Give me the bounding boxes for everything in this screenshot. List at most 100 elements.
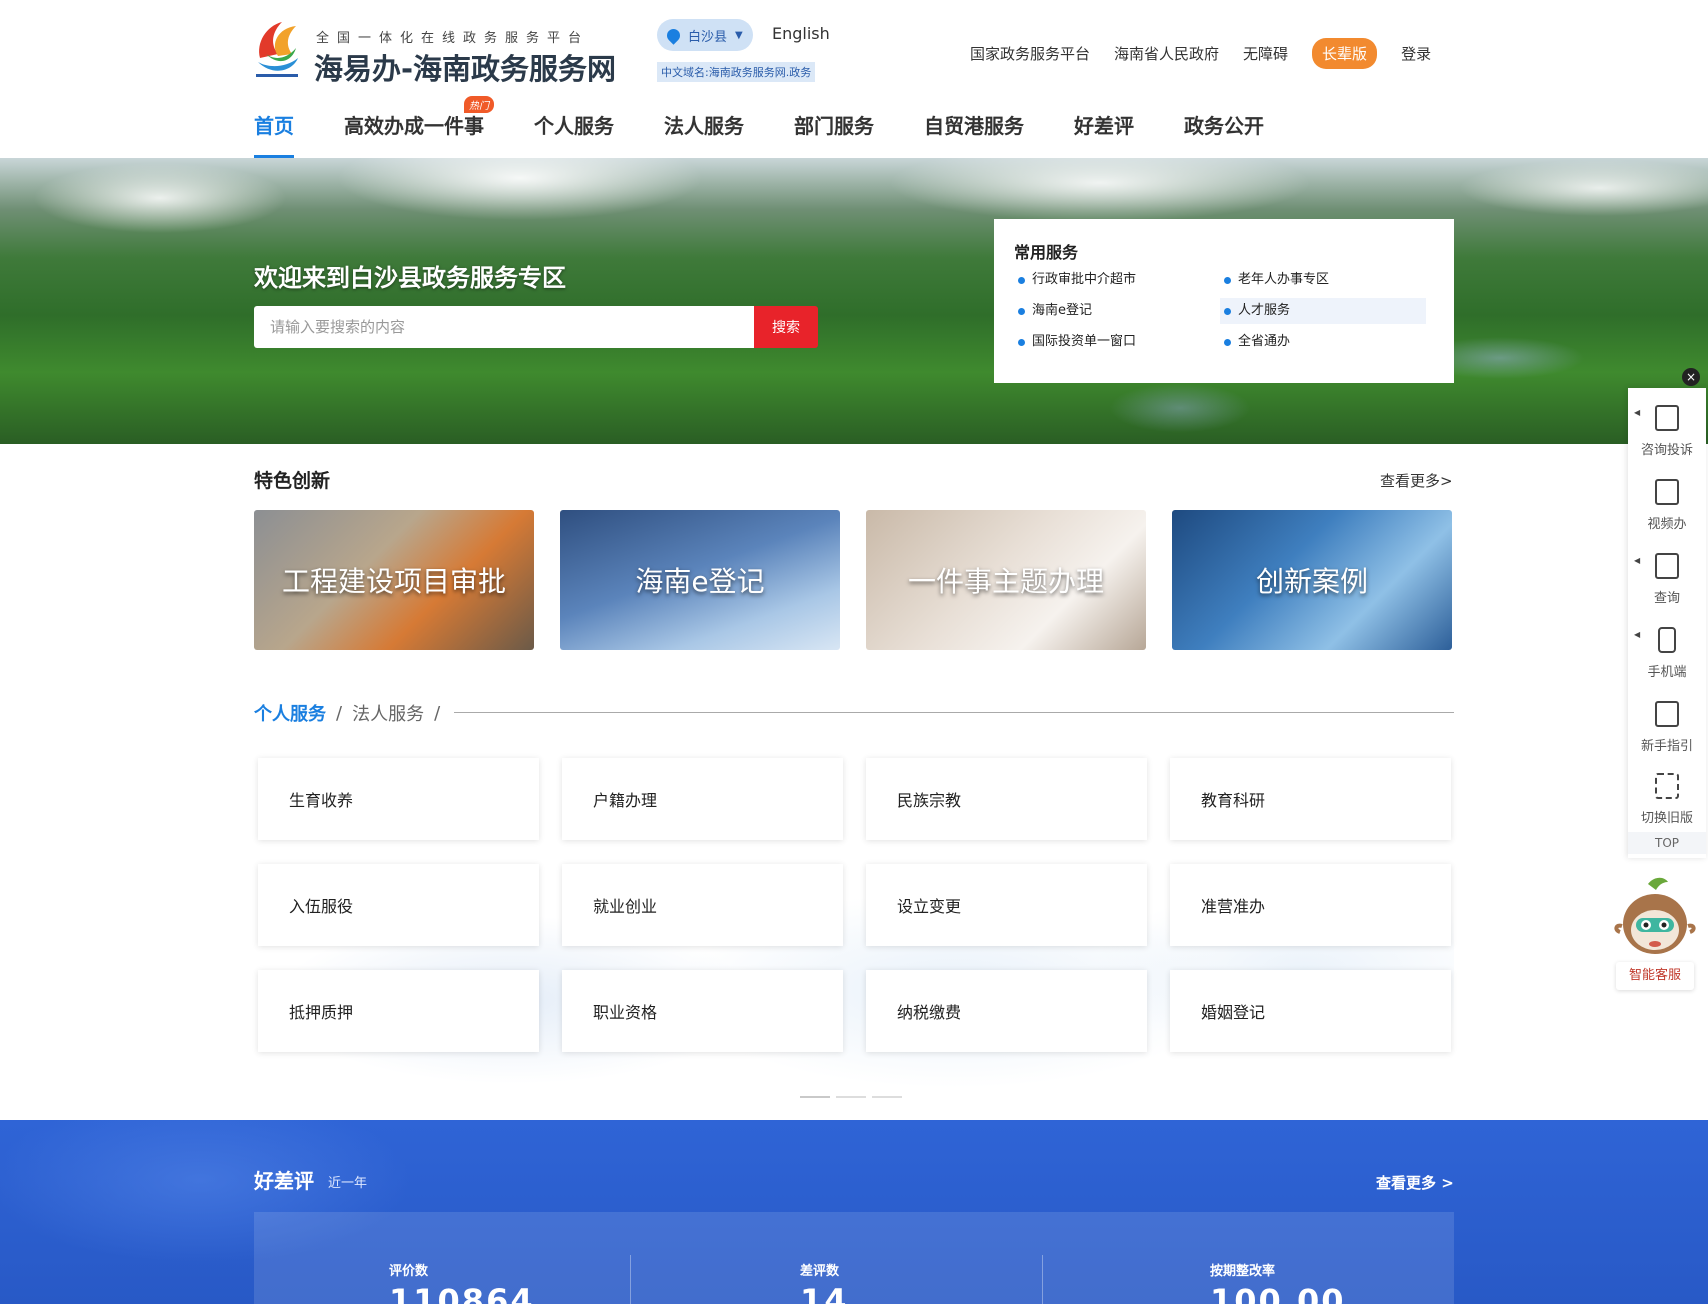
- assistant-mascot-icon[interactable]: [1610, 874, 1700, 974]
- nav-label: 自贸港服务: [924, 114, 1024, 138]
- site-logo[interactable]: [252, 18, 302, 82]
- features-more-link[interactable]: 查看更多>: [1380, 470, 1453, 491]
- service-item[interactable]: 入伍服役: [258, 864, 539, 946]
- close-icon[interactable]: ×: [1682, 368, 1700, 386]
- service-item[interactable]: 民族宗教: [866, 758, 1147, 840]
- region-selector[interactable]: 白沙县 ▼: [657, 19, 753, 51]
- service-item[interactable]: 户籍办理: [562, 758, 843, 840]
- link-national-platform[interactable]: 国家政务服务平台: [970, 43, 1090, 64]
- stat-divider: [630, 1255, 631, 1304]
- nav-item-evaluation[interactable]: 好差评: [1074, 110, 1134, 158]
- feature-card-e-registration[interactable]: 海南e登记: [560, 510, 840, 650]
- carousel-dot[interactable]: [800, 1096, 830, 1098]
- service-item[interactable]: 就业创业: [562, 864, 843, 946]
- service-item[interactable]: 生育收养: [258, 758, 539, 840]
- tab-separator: /: [434, 702, 441, 724]
- sidebar-item-mobile[interactable]: 手机端: [1628, 616, 1706, 690]
- guide-book-icon: [1655, 700, 1679, 727]
- sidebar-item-label: 视频办: [1647, 516, 1687, 532]
- feature-card-label: 海南e登记: [635, 565, 765, 598]
- nav-label: 法人服务: [664, 114, 744, 138]
- expand-arrow-icon: ◀: [1634, 556, 1641, 565]
- nav-label: 高效办成一件事: [344, 114, 484, 138]
- feature-card-label: 一件事主题办理: [907, 565, 1104, 598]
- stat-value: 14: [800, 1282, 849, 1304]
- feature-card-one-thing[interactable]: 一件事主题办理: [866, 510, 1146, 650]
- common-service-item[interactable]: 海南e登记: [1014, 298, 1092, 324]
- tab-personal-services[interactable]: 个人服务: [254, 700, 326, 726]
- features-title: 特色创新: [254, 470, 331, 492]
- service-item[interactable]: 纳税缴费: [866, 970, 1147, 1052]
- expand-arrow-icon: ◀: [1634, 408, 1641, 417]
- nav-item-department[interactable]: 部门服务: [794, 110, 874, 158]
- hot-badge: 热门: [464, 96, 494, 113]
- evaluation-subtitle: 近一年: [328, 1176, 368, 1191]
- search-input[interactable]: [254, 306, 754, 348]
- service-item[interactable]: 准营准办: [1170, 864, 1451, 946]
- search-button[interactable]: 搜索: [754, 306, 818, 348]
- region-label: 白沙县: [688, 29, 728, 45]
- carousel-dot[interactable]: [836, 1096, 866, 1098]
- nav-item-home[interactable]: 首页: [254, 110, 294, 158]
- service-item[interactable]: 婚姻登记: [1170, 970, 1451, 1052]
- link-accessibility[interactable]: 无障碍: [1243, 43, 1288, 64]
- tabs-divider: [454, 712, 1454, 713]
- evaluation-section: 好差评 近一年 查看更多 >: [0, 1120, 1708, 1304]
- login-link[interactable]: 登录: [1401, 43, 1431, 64]
- stat-label: 按期整改率: [1210, 1264, 1276, 1279]
- service-item[interactable]: 职业资格: [562, 970, 843, 1052]
- sidebar-item-video[interactable]: 视频办: [1628, 468, 1706, 542]
- language-switch[interactable]: English: [772, 24, 830, 43]
- common-service-item[interactable]: 国际投资单一窗口: [1014, 329, 1136, 355]
- sidebar-item-label: 切换旧版: [1640, 810, 1693, 826]
- stat-value: 100.00: [1210, 1282, 1346, 1304]
- carousel-dots: [800, 1096, 902, 1098]
- video-play-icon: [1655, 478, 1679, 505]
- feature-card-label: 工程建设项目审批: [281, 565, 506, 598]
- banner-title: 欢迎来到白沙县政务服务专区: [254, 264, 566, 292]
- evaluation-more-link[interactable]: 查看更多 >: [1376, 1172, 1454, 1193]
- nav-item-personal[interactable]: 个人服务: [534, 110, 614, 158]
- sidebar-item-consult[interactable]: 咨询投诉: [1628, 394, 1706, 468]
- nav-item-public-affairs[interactable]: 政务公开: [1184, 110, 1264, 158]
- sidebar-item-guide[interactable]: 新手指引: [1628, 690, 1706, 764]
- stat-label: 差评数: [800, 1264, 840, 1279]
- service-item[interactable]: 抵押质押: [258, 970, 539, 1052]
- nav-item-free-trade-port[interactable]: 自贸港服务: [924, 110, 1024, 158]
- service-tabs: 个人服务 / 法人服务 /: [254, 700, 450, 726]
- carousel-dot[interactable]: [872, 1096, 902, 1098]
- sidebar-item-label: 新手指引: [1640, 738, 1693, 754]
- smart-assistant-button[interactable]: 智能客服: [1616, 962, 1694, 990]
- link-hainan-government[interactable]: 海南省人民政府: [1114, 43, 1219, 64]
- sidebar-item-label: 咨询投诉: [1640, 442, 1693, 458]
- elder-version-button[interactable]: 长辈版: [1312, 38, 1378, 69]
- domain-note: 中文域名:海南政务服务网.政务: [657, 62, 816, 82]
- sidebar-item-label: 查询: [1653, 590, 1680, 606]
- common-service-item[interactable]: 全省通办: [1220, 329, 1290, 355]
- common-service-item[interactable]: 行政审批中介超市: [1014, 267, 1136, 293]
- nav-label: 首页: [254, 114, 294, 138]
- nav-label: 好差评: [1074, 114, 1134, 138]
- search-document-icon: [1655, 552, 1679, 579]
- back-to-top-button[interactable]: TOP: [1628, 832, 1706, 854]
- site-header: 全国一体化在线政务服务平台 海易办-海南政务服务网 白沙县 ▼ English …: [0, 0, 1708, 158]
- nav-item-legal-person[interactable]: 法人服务: [664, 110, 744, 158]
- evaluation-title: 好差评: [254, 1169, 314, 1193]
- feature-card-innovation-cases[interactable]: 创新案例: [1172, 510, 1452, 650]
- common-service-item[interactable]: 老年人办事专区: [1220, 267, 1329, 293]
- main-nav: 首页 高效办成一件事 热门 个人服务 法人服务 部门服务 自贸港服务 好差评 政务…: [254, 96, 1264, 158]
- service-item[interactable]: 教育科研: [1170, 758, 1451, 840]
- hero-banner: 欢迎来到白沙县政务服务专区 搜索 常用服务 行政审批中介超市 老年人办事专区 海…: [0, 158, 1708, 444]
- service-item[interactable]: 设立变更: [866, 864, 1147, 946]
- tab-separator: /: [336, 702, 343, 724]
- sidebar-item-query[interactable]: 查询: [1628, 542, 1706, 616]
- feature-card-construction[interactable]: 工程建设项目审批: [254, 510, 534, 650]
- tab-legal-person-services[interactable]: 法人服务: [352, 700, 424, 726]
- edit-document-icon: [1655, 404, 1679, 431]
- common-service-item[interactable]: 人才服务: [1220, 298, 1426, 324]
- sidebar-item-old-version[interactable]: 切换旧版: [1628, 762, 1706, 836]
- site-name[interactable]: 海易办-海南政务服务网: [314, 46, 616, 88]
- nav-item-one-thing[interactable]: 高效办成一件事 热门: [344, 96, 494, 158]
- common-services-title: 常用服务: [1014, 243, 1079, 262]
- stat-label: 评价数: [389, 1264, 429, 1279]
